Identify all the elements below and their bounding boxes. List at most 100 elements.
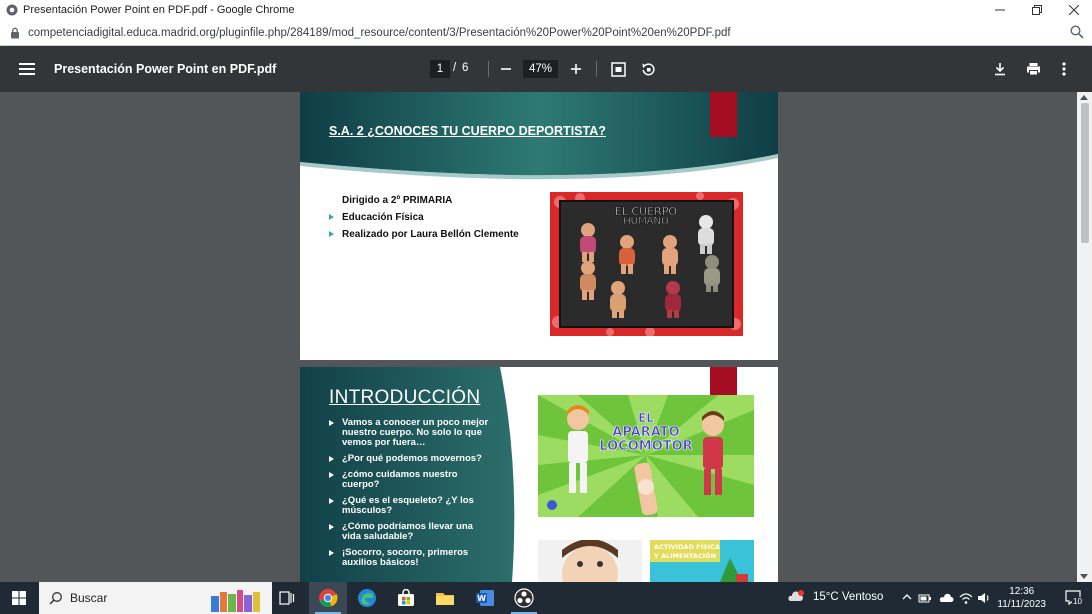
page-separator: / bbox=[453, 62, 457, 74]
clock-date: 11/11/2023 bbox=[997, 599, 1046, 610]
bullet-text: ¡Socorro, socorro, primeros auxilios bás… bbox=[342, 547, 469, 568]
weather-text[interactable]: 15°C Ventoso bbox=[813, 591, 883, 603]
rotate-button[interactable] bbox=[637, 58, 659, 80]
locomotor-system-image: EL APARATO LOCOMOTOR bbox=[538, 395, 754, 517]
list-item: ¿Por qué podemos movernos? bbox=[329, 454, 494, 464]
start-button[interactable] bbox=[0, 582, 38, 614]
minus-icon bbox=[501, 68, 511, 70]
toolbar-divider bbox=[596, 61, 597, 77]
download-icon bbox=[995, 63, 1005, 76]
rotate-icon bbox=[642, 62, 655, 75]
obs-icon bbox=[514, 588, 534, 608]
image-caption-line: Y ALIMENTACIÓN bbox=[653, 551, 716, 560]
bullet-icon bbox=[329, 472, 334, 478]
list-item: ¿Cómo podríamos llevar una vida saludabl… bbox=[329, 522, 494, 542]
pdf-page-2: INTRODUCCIÓN Vamos a conocer un poco mej… bbox=[300, 367, 778, 582]
plus-icon bbox=[571, 64, 581, 74]
human-body-image: EL CUERPO HUMANO bbox=[550, 192, 743, 336]
pdf-toolbar: Presentación Power Point en PDF.pdf 1 / … bbox=[0, 46, 1092, 92]
close-icon bbox=[1069, 5, 1079, 15]
chrome-favicon-icon bbox=[6, 4, 18, 16]
fit-page-button[interactable] bbox=[607, 58, 629, 80]
wifi-icon[interactable] bbox=[959, 591, 973, 605]
scrollbar-thumb[interactable] bbox=[1081, 103, 1089, 243]
bullet-text: ¿Cómo podríamos llevar una vida saludabl… bbox=[342, 521, 473, 542]
url-text[interactable]: competenciadigital.educa.madrid.org/plug… bbox=[28, 27, 731, 39]
system-clock[interactable]: 12:36 11/11/2023 bbox=[997, 585, 1046, 611]
bullet-icon bbox=[329, 550, 334, 556]
restore-button[interactable] bbox=[1019, 0, 1055, 20]
bullet-icon bbox=[329, 524, 334, 530]
bullet-text: ¿Qué es el esqueleto? ¿Y los músculos? bbox=[342, 495, 474, 516]
more-options-button[interactable] bbox=[1053, 58, 1075, 80]
pdf-viewer[interactable]: S.A. 2 ¿CONOCES TU CUERPO DEPORTISTA? Di… bbox=[0, 92, 1092, 582]
print-button[interactable] bbox=[1022, 58, 1044, 80]
taskbar-edge[interactable] bbox=[348, 582, 386, 614]
onedrive-icon[interactable] bbox=[938, 591, 954, 605]
address-bar[interactable]: competenciadigital.educa.madrid.org/plug… bbox=[0, 20, 1092, 46]
volume-icon[interactable] bbox=[977, 591, 991, 605]
bullet-icon bbox=[329, 420, 334, 426]
list-item: ¿cómo cuidamos nuestro cuerpo? bbox=[329, 470, 494, 490]
minimize-button[interactable] bbox=[982, 0, 1018, 20]
edge-icon bbox=[358, 589, 376, 607]
clock-time: 12:36 bbox=[1009, 586, 1035, 597]
search-zoom-icon[interactable] bbox=[1070, 25, 1084, 39]
image-caption-line: ACTIVIDAD FÍSICA bbox=[654, 542, 720, 551]
fit-page-icon bbox=[610, 61, 626, 77]
list-item: ¡Socorro, socorro, primeros auxilios bás… bbox=[329, 548, 494, 568]
bullet-text: ¿Por qué podemos movernos? bbox=[342, 453, 482, 464]
windows-logo-icon bbox=[12, 591, 26, 605]
notification-center-button[interactable]: 10 bbox=[1064, 589, 1083, 607]
scroll-up-icon[interactable] bbox=[1080, 95, 1088, 100]
toolbar-divider bbox=[488, 61, 489, 77]
menu-icon[interactable] bbox=[19, 62, 35, 76]
pdf-page-1: S.A. 2 ¿CONOCES TU CUERPO DEPORTISTA? Di… bbox=[300, 92, 778, 360]
battery-icon[interactable] bbox=[918, 591, 932, 605]
windows-taskbar: Buscar W 15°C Ventoso 12:36 11/11/2023 1… bbox=[0, 582, 1092, 614]
list-item: Dirigido a 2º PRIMARIA bbox=[329, 192, 519, 209]
taskbar-search-box[interactable]: Buscar bbox=[39, 582, 272, 614]
scroll-down-icon[interactable] bbox=[1080, 574, 1088, 579]
books-illustration-icon bbox=[211, 590, 260, 612]
page-number-input[interactable]: 1 bbox=[430, 60, 450, 78]
page-total: 6 bbox=[462, 62, 469, 74]
slide-bullet-list: Vamos a conocer un poco mejor nuestro cu… bbox=[329, 418, 494, 574]
taskbar-store[interactable] bbox=[387, 582, 425, 614]
task-view-button[interactable] bbox=[268, 582, 306, 614]
viewer-scrollbar[interactable] bbox=[1077, 92, 1092, 582]
folder-icon bbox=[436, 593, 454, 605]
print-icon bbox=[1026, 63, 1040, 76]
word-icon: W bbox=[476, 590, 494, 606]
activity-nutrition-image: ACTIVIDAD FÍSICA Y ALIMENTACIÓN bbox=[650, 540, 754, 582]
bullet-icon bbox=[329, 498, 334, 504]
close-button[interactable] bbox=[1056, 0, 1092, 20]
slide-heading: S.A. 2 ¿CONOCES TU CUERPO DEPORTISTA? bbox=[329, 124, 606, 138]
zoom-level-input[interactable]: 47% bbox=[523, 60, 558, 78]
download-button[interactable] bbox=[989, 58, 1011, 80]
taskbar-chrome[interactable] bbox=[309, 582, 347, 614]
list-item: ¿Qué es el esqueleto? ¿Y los músculos? bbox=[329, 496, 494, 516]
taskbar-obs[interactable] bbox=[505, 582, 543, 614]
image-caption-line: EL bbox=[638, 411, 654, 425]
bullet-text: Educación Física bbox=[342, 212, 424, 223]
search-placeholder[interactable]: Buscar bbox=[70, 591, 107, 605]
document-title: Presentación Power Point en PDF.pdf bbox=[54, 62, 277, 76]
logo-mark bbox=[547, 500, 557, 510]
taskbar-file-explorer[interactable] bbox=[426, 582, 464, 614]
zoom-out-button[interactable] bbox=[495, 58, 517, 80]
list-item: Vamos a conocer un poco mejor nuestro cu… bbox=[329, 418, 494, 448]
chrome-icon bbox=[319, 589, 338, 608]
slide-title: INTRODUCCIÓN bbox=[329, 387, 481, 408]
image-caption-line: HUMANO bbox=[623, 216, 669, 227]
chevron-up-icon[interactable] bbox=[902, 592, 912, 602]
zoom-in-button[interactable] bbox=[565, 58, 587, 80]
taskbar-word[interactable]: W bbox=[466, 582, 504, 614]
list-item: Educación Física bbox=[329, 209, 519, 226]
bullet-text: Vamos a conocer un poco mejor nuestro cu… bbox=[342, 417, 489, 448]
bullet-text: ¿cómo cuidamos nuestro cuerpo? bbox=[342, 469, 458, 490]
task-view-icon bbox=[279, 591, 295, 605]
boy-cartoon-image bbox=[538, 540, 642, 582]
image-caption-line: APARATO bbox=[612, 425, 679, 440]
notification-badge: 10 bbox=[1072, 597, 1083, 606]
